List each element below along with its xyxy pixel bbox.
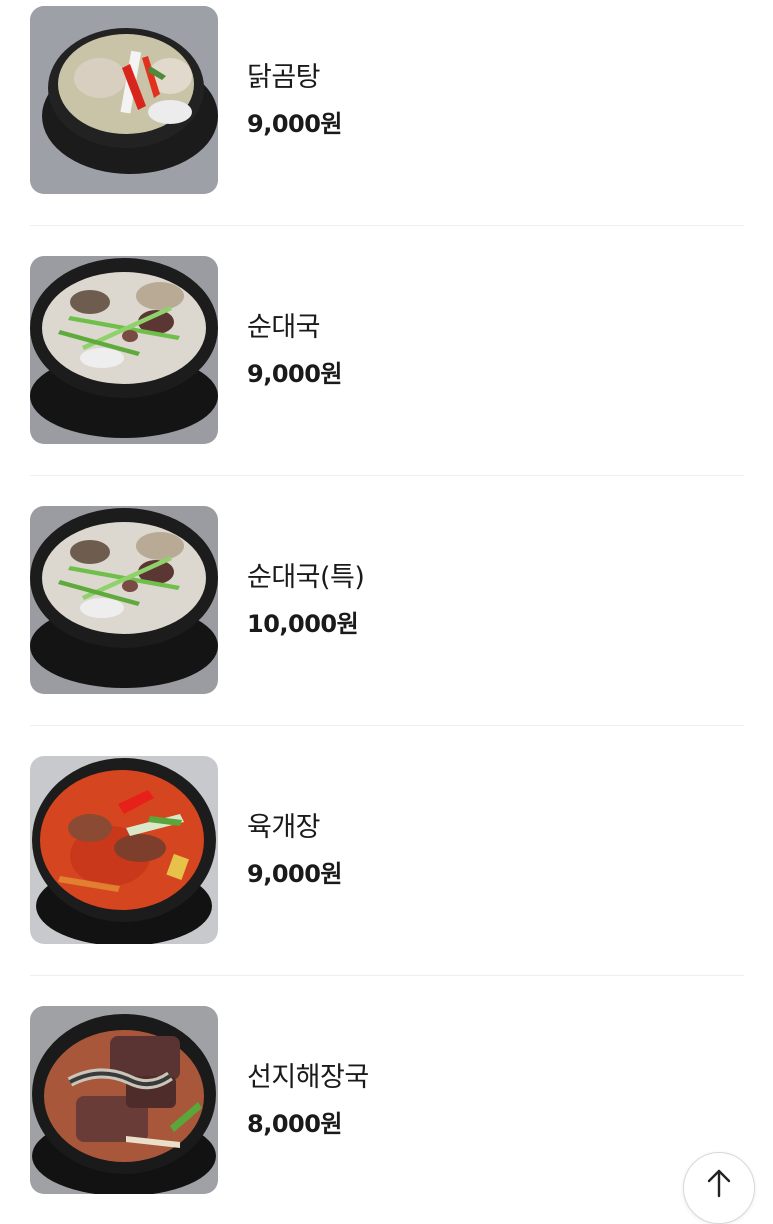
- sundaeguk-special-photo: [30, 506, 218, 694]
- seonji-haejangguk-photo: [30, 1006, 218, 1194]
- menu-item-price: 9,000원: [247, 860, 343, 888]
- menu-item-name: 닭곰탕: [247, 62, 321, 93]
- menu-item-name: 선지해장국: [247, 1062, 369, 1093]
- menu-item-price: 9,000원: [247, 110, 343, 138]
- menu-item-name: 육개장: [247, 812, 321, 843]
- menu-item[interactable]: 선지해장국 8,000원: [30, 1006, 744, 1194]
- menu-item-price: 9,000원: [247, 360, 343, 388]
- yukgaejang-photo: [30, 756, 218, 944]
- divider: [30, 225, 744, 226]
- sundaeguk-photo: [30, 256, 218, 444]
- menu-list: 닭곰탕 9,000원 순대국 9,000원 순대국(특) 10,000원 육개장…: [30, 6, 744, 1194]
- menu-item[interactable]: 닭곰탕 9,000원: [30, 6, 744, 194]
- divider: [30, 475, 744, 476]
- divider: [30, 725, 744, 726]
- menu-item-price: 10,000원: [247, 610, 359, 638]
- arrow-up-icon: [707, 1169, 731, 1198]
- dakgomtang-photo: [30, 6, 218, 194]
- menu-item-name: 순대국(특): [247, 562, 365, 593]
- menu-item[interactable]: 순대국(특) 10,000원: [30, 506, 744, 694]
- menu-item[interactable]: 순대국 9,000원: [30, 256, 744, 444]
- menu-item[interactable]: 육개장 9,000원: [30, 756, 744, 944]
- scroll-to-top-button[interactable]: [683, 1152, 755, 1224]
- menu-item-price: 8,000원: [247, 1110, 342, 1138]
- divider: [30, 975, 744, 976]
- menu-item-name: 순대국: [247, 312, 321, 343]
